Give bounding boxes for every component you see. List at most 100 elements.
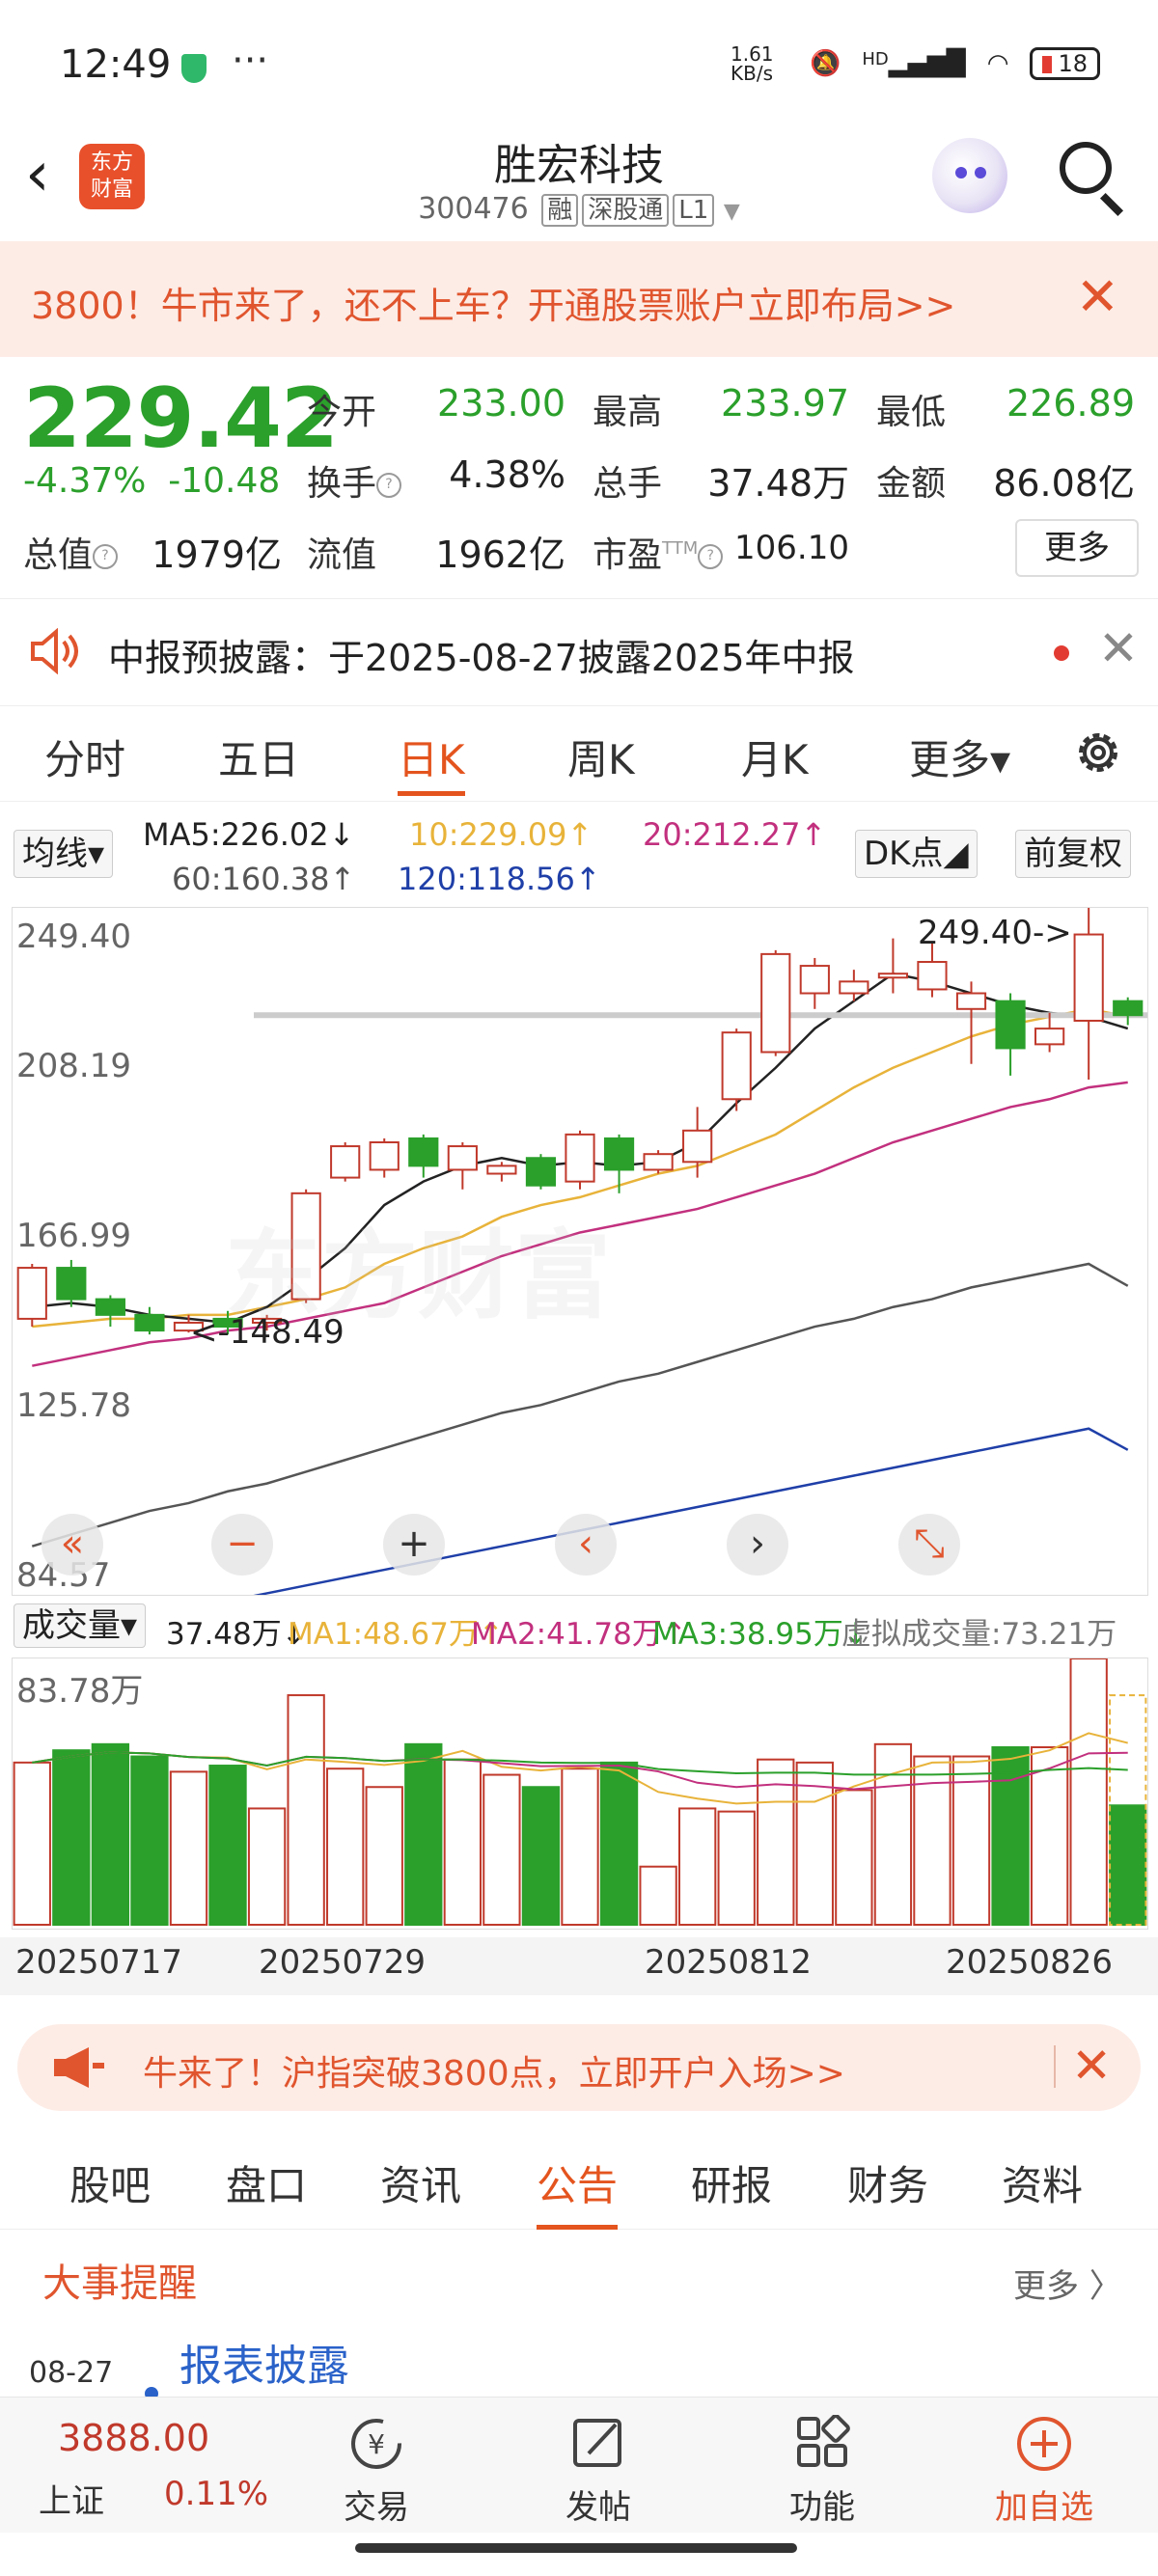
tab-intraday[interactable]: 分时: [44, 727, 125, 786]
bottom-bar: 3888.00 上证 0.11% ¥ 交易 发帖 功能 加自选: [0, 2397, 1158, 2533]
tab-monthly-k[interactable]: 月K: [741, 727, 809, 786]
y-tick: 125.78: [16, 1386, 131, 1425]
fullscreen-icon[interactable]: ⤡: [898, 1514, 960, 1576]
tab-forum[interactable]: 股吧: [69, 2153, 151, 2212]
mktcap-label[interactable]: 总值?: [23, 527, 119, 577]
home-indicator: [355, 2543, 797, 2553]
more-button[interactable]: 更多: [1015, 519, 1139, 577]
indicator-selector[interactable]: 均线▾: [14, 830, 114, 878]
zoom-in-icon[interactable]: +: [383, 1514, 445, 1576]
kline-chart[interactable]: 东方财富 249.40 208.19 166.99 125.78 84.57 2…: [12, 907, 1148, 1596]
high-value: 233.97: [721, 382, 849, 425]
event-title[interactable]: 报表披露: [179, 2331, 349, 2393]
float-label: 流值: [307, 535, 377, 575]
last-price: 229.42: [23, 370, 339, 467]
quote-panel: 229.42 -4.37% -10.48 今开 233.00 最高 233.97…: [0, 357, 1158, 589]
tag-level: L1: [673, 194, 715, 227]
volume-bar: [443, 1758, 482, 1926]
candle: [134, 1306, 165, 1335]
close-icon[interactable]: ✕: [1071, 2038, 1112, 2094]
post-button[interactable]: 发帖: [511, 2398, 685, 2533]
candle: [95, 1295, 125, 1328]
virtual-volume: 虚拟成交量:73.21万: [841, 1617, 1117, 1652]
index-ticker[interactable]: 3888.00 上证 0.11%: [19, 2398, 268, 2533]
tab-announcements[interactable]: 公告: [537, 2153, 619, 2230]
search-icon[interactable]: [1060, 142, 1112, 194]
add-watchlist-button[interactable]: 加自选: [957, 2398, 1131, 2533]
volume-bar: [130, 1755, 169, 1926]
tab-news[interactable]: 资讯: [380, 2153, 461, 2212]
events-more-link[interactable]: 更多 〉: [1013, 2260, 1122, 2307]
volume-bar: [678, 1807, 717, 1926]
candle: [955, 981, 987, 1064]
tag-margin: 融: [541, 194, 579, 227]
notice-text[interactable]: 中报预披露：于2025-08-27披露2025年中报: [108, 628, 855, 681]
turnover-value: 4.38%: [449, 453, 565, 496]
info-icon: ?: [93, 544, 119, 569]
volume-bar: [521, 1786, 561, 1926]
candle: [330, 1141, 361, 1182]
volume-bar: [91, 1742, 130, 1926]
date-axis: 20250717 20250729 20250812 20250826: [0, 1937, 1158, 1995]
turnover-label[interactable]: 换手?: [307, 455, 402, 506]
tab-more[interactable]: 更多▾: [909, 727, 1010, 786]
status-bar: 12:49 ··· 1.61 KB/s 🔕 HD▂▄▆█ ◠ 18: [0, 0, 1158, 121]
trade-button[interactable]: ¥ 交易: [290, 2398, 463, 2533]
ma5-value: MA5:226.02↓: [143, 816, 355, 853]
step-left-icon[interactable]: ‹: [555, 1514, 617, 1576]
min-annotation: <-148.49: [190, 1313, 345, 1352]
tag-connect: 深股通: [582, 194, 670, 227]
tab-weekly-k[interactable]: 周K: [567, 727, 635, 786]
step-right-icon[interactable]: ›: [727, 1514, 788, 1576]
promo-banner-top[interactable]: 3800！牛市来了，还不上车？开通股票账户立即布局>> ✕: [0, 241, 1158, 357]
y-tick: 166.99: [16, 1217, 131, 1255]
promo-text[interactable]: 牛来了！沪指突破3800点，立即开户入场>>: [143, 2045, 845, 2096]
adjust-selector[interactable]: 前复权: [1015, 830, 1131, 878]
tab-finance[interactable]: 财务: [847, 2153, 928, 2212]
vol-ma3: MA3:38.95万↓: [652, 1617, 868, 1652]
volume-total: 37.48万↓: [166, 1617, 307, 1652]
candle: [565, 1130, 595, 1190]
candle: [408, 1134, 439, 1178]
volume-chart[interactable]: 83.78万: [12, 1658, 1148, 1930]
amount-label: 金额: [876, 464, 947, 504]
volume-label: 总手: [593, 464, 663, 504]
volume-bar: [169, 1770, 208, 1927]
volume-selector[interactable]: 成交量▾: [14, 1603, 147, 1648]
earnings-notice[interactable]: 中报预披露：于2025-08-27披露2025年中报 ✕: [0, 598, 1158, 706]
rewind-icon[interactable]: «: [41, 1514, 103, 1576]
dk-point-toggle[interactable]: DK点◢: [855, 830, 978, 878]
tab-five-day[interactable]: 五日: [218, 727, 299, 786]
gear-icon[interactable]: [1071, 726, 1125, 780]
grid-icon: [797, 2415, 850, 2467]
index-pct: 0.11%: [164, 2475, 269, 2513]
volume-bar: [404, 1742, 443, 1926]
close-icon[interactable]: ✕: [1076, 266, 1119, 327]
tab-profile[interactable]: 资料: [1002, 2153, 1083, 2212]
zoom-out-icon[interactable]: −: [211, 1514, 273, 1576]
low-label: 最低: [876, 393, 947, 432]
ai-assistant-icon[interactable]: [932, 138, 1007, 213]
candle: [643, 1150, 674, 1174]
y-tick: 249.40: [16, 918, 131, 956]
svg-text:¥: ¥: [368, 2428, 385, 2460]
info-icon: ?: [698, 544, 724, 569]
edit-icon: [573, 2419, 621, 2467]
candle: [16, 1264, 47, 1328]
tab-research[interactable]: 研报: [691, 2153, 772, 2212]
volume-svg[interactable]: [13, 1658, 1147, 1929]
close-icon[interactable]: ✕: [1098, 620, 1139, 676]
promo-banner-mid[interactable]: 牛来了！沪指突破3800点，立即开户入场>> ✕: [17, 2024, 1141, 2111]
promo-text[interactable]: 3800！牛市来了，还不上车？开通股票账户立即布局>>: [31, 276, 955, 329]
amount-value: 86.08亿: [993, 462, 1135, 505]
tab-orderbook[interactable]: 盘口: [226, 2153, 307, 2212]
functions-button[interactable]: 功能: [735, 2398, 909, 2533]
tab-daily-k[interactable]: 日K: [398, 727, 465, 796]
unread-dot: [1054, 645, 1069, 661]
candle: [56, 1259, 87, 1307]
candle: [603, 1134, 635, 1193]
pe-label[interactable]: 市盈TTM?: [593, 527, 724, 577]
candle: [877, 938, 909, 994]
candle: [1113, 997, 1144, 1026]
ma10-value: 10:229.09↑: [409, 816, 593, 853]
